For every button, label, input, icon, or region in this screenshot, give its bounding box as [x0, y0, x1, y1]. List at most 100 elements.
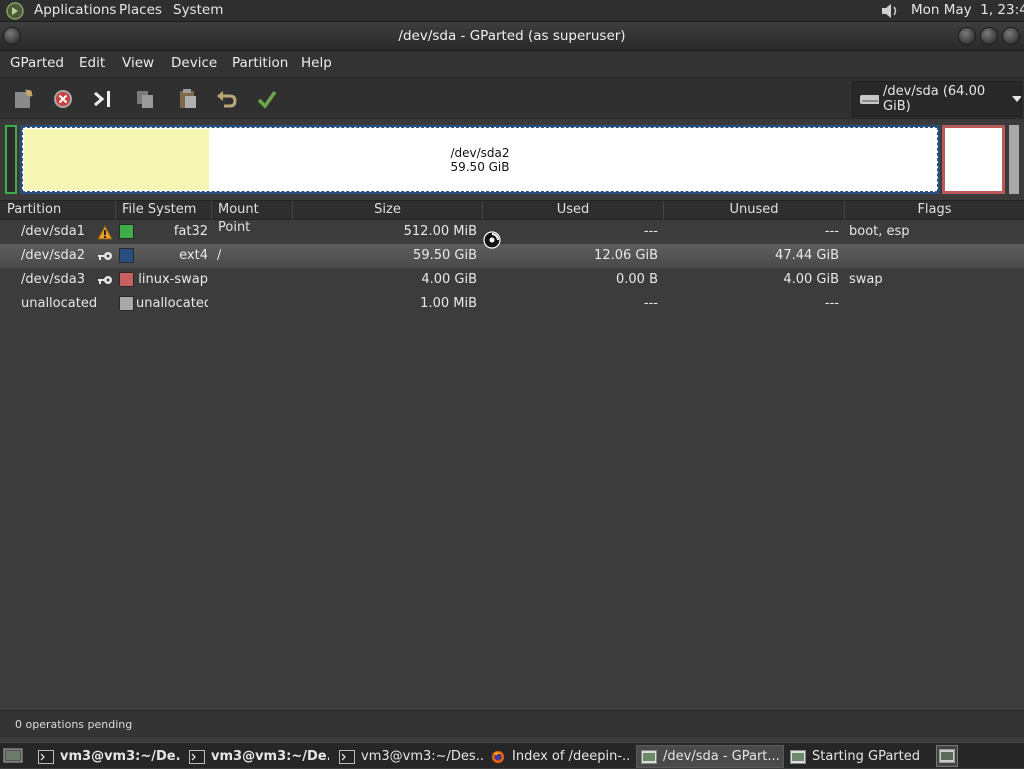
partition-used: 12.06 GiB [594, 248, 658, 263]
partition-size: 59.50 GiB [413, 248, 477, 263]
column-mount-point[interactable]: Mount Point [212, 201, 293, 235]
partition-unused: 4.00 GiB [783, 272, 839, 287]
key-icon [97, 274, 113, 286]
taskbar-item-label: vm3@vm3:~/De... [60, 748, 180, 764]
taskbar-item-terminal-2[interactable]: vm3@vm3:~/De... [189, 745, 329, 768]
menu-help[interactable]: Help [301, 51, 332, 77]
gparted-icon [790, 749, 806, 764]
menu-gparted[interactable]: GParted [10, 51, 64, 77]
disk-map-sda2-name: /dev/sda2 [450, 146, 510, 160]
terminal-icon [189, 749, 205, 764]
menubar: GParted Edit View Device Partition Help [0, 51, 1024, 77]
taskbar-item-label: vm3@vm3:~/De... [211, 748, 329, 764]
terminal-icon [339, 749, 355, 764]
taskbar-item-gparted-active[interactable]: /dev/sda - GPart... [636, 745, 784, 768]
taskbar: vm3@vm3:~/De... vm3@vm3:~/De... vm3@vm3:… [0, 742, 1024, 768]
clock[interactable]: Mon May 1, 23:44 [911, 0, 1024, 22]
column-file-system[interactable]: File System [116, 201, 212, 220]
device-selector[interactable]: /dev/sda (64.00 GiB) [852, 81, 1022, 117]
filesystem-color-swatch [119, 248, 134, 263]
filesystem-type: unallocated [136, 296, 208, 311]
maximize-button[interactable] [980, 27, 998, 45]
partition-used: 0.00 B [616, 272, 658, 287]
partition-name: /dev/sda1 [21, 224, 85, 239]
disk-map-sda3[interactable] [942, 125, 1005, 194]
column-used[interactable]: Used [483, 201, 664, 220]
filesystem-color-swatch [119, 224, 134, 239]
disk-map-unallocated[interactable] [1009, 125, 1019, 194]
taskbar-item-terminal-3[interactable]: vm3@vm3:~/Des... [339, 745, 483, 768]
filesystem-type: ext4 [179, 248, 208, 263]
disk-map-sda1[interactable] [5, 125, 17, 194]
device-selector-label: /dev/sda (64.00 GiB) [883, 84, 986, 114]
taskbar-item-label: /dev/sda - GPart... [663, 748, 780, 764]
disk-map-sda2-size: 59.50 GiB [450, 160, 510, 174]
gnome-foot-icon[interactable] [6, 2, 24, 20]
workspace-switcher[interactable] [936, 745, 958, 767]
partition-used: --- [643, 224, 658, 239]
disk-map: /dev/sda2 59.50 GiB [0, 119, 1024, 200]
toolbar: /dev/sda (64.00 GiB) [0, 77, 1024, 119]
applications-menu[interactable]: Applications [34, 0, 116, 22]
partition-unused: --- [824, 296, 839, 311]
delete-partition-icon[interactable] [48, 84, 78, 114]
partition-name: /dev/sda2 [21, 248, 85, 263]
volume-icon[interactable] [880, 2, 900, 20]
taskbar-item-label: Starting GParted [812, 748, 920, 764]
partition-size: 4.00 GiB [421, 272, 477, 287]
workspace-icon [939, 749, 955, 763]
copy-icon[interactable] [130, 84, 160, 114]
close-button[interactable] [1002, 27, 1020, 45]
filesystem-type: linux-swap [138, 272, 208, 287]
partition-name: unallocated [21, 296, 98, 311]
column-flags[interactable]: Flags [845, 201, 1024, 220]
window-title: /dev/sda - GParted (as superuser) [398, 28, 626, 44]
table-row-selected[interactable]: /dev/sda2 ext4 / 59.50 GiB 12.06 GiB 47.… [0, 244, 1024, 268]
operations-pending-status: 0 operations pending [15, 718, 133, 731]
apply-icon[interactable] [252, 84, 282, 114]
table-row[interactable]: unallocated unallocated 1.00 MiB --- --- [0, 292, 1024, 316]
terminal-icon [38, 749, 54, 764]
partition-used: --- [643, 296, 658, 311]
undo-icon[interactable] [212, 84, 242, 114]
disk-map-sda2[interactable]: /dev/sda2 59.50 GiB [20, 125, 940, 194]
partition-flags: swap [849, 272, 883, 287]
partition-size: 512.00 MiB [403, 224, 477, 239]
key-icon [97, 250, 113, 262]
column-size[interactable]: Size [293, 201, 483, 220]
mount-point: / [217, 248, 222, 263]
partition-unused: 47.44 GiB [775, 248, 839, 263]
paste-icon[interactable] [172, 84, 202, 114]
minimize-button[interactable] [958, 27, 976, 45]
filesystem-color-swatch [119, 272, 134, 287]
table-row[interactable]: /dev/sda3 linux-swap 4.00 GiB 0.00 B 4.0… [0, 268, 1024, 292]
taskbar-item-terminal-1[interactable]: vm3@vm3:~/De... [38, 745, 180, 768]
taskbar-item-firefox[interactable]: Index of /deepin-... [490, 745, 630, 768]
warning-icon [97, 224, 113, 240]
firefox-icon [491, 750, 505, 763]
window-titlebar[interactable]: /dev/sda - GParted (as superuser) [0, 22, 1024, 51]
table-row[interactable]: /dev/sda1 fat32 512.00 MiB --- --- boot,… [0, 220, 1024, 244]
places-menu[interactable]: Places [119, 0, 162, 22]
filesystem-color-swatch [119, 296, 134, 311]
harddisk-icon [860, 95, 880, 104]
taskbar-item-label: vm3@vm3:~/Des... [361, 748, 483, 764]
resize-move-icon[interactable] [88, 84, 118, 114]
taskbar-item-starting-gparted[interactable]: Starting GParted [790, 745, 930, 768]
menu-device[interactable]: Device [171, 51, 217, 77]
column-unused[interactable]: Unused [664, 201, 845, 220]
partition-flags: boot, esp [849, 224, 910, 239]
menu-view[interactable]: View [122, 51, 154, 77]
column-partition[interactable]: Partition [0, 201, 116, 220]
menu-edit[interactable]: Edit [79, 51, 105, 77]
system-menu[interactable]: System [173, 0, 223, 22]
taskbar-item-label: Index of /deepin-... [512, 748, 630, 764]
new-partition-icon[interactable] [8, 84, 38, 114]
chevron-down-icon [1011, 96, 1021, 102]
show-desktop-icon[interactable] [3, 747, 23, 765]
partition-name: /dev/sda3 [21, 272, 85, 287]
menu-partition[interactable]: Partition [232, 51, 288, 77]
partition-table-header: Partition File System Mount Point Size U… [0, 200, 1024, 235]
gparted-icon [641, 749, 657, 764]
partition-size: 1.00 MiB [420, 296, 477, 311]
